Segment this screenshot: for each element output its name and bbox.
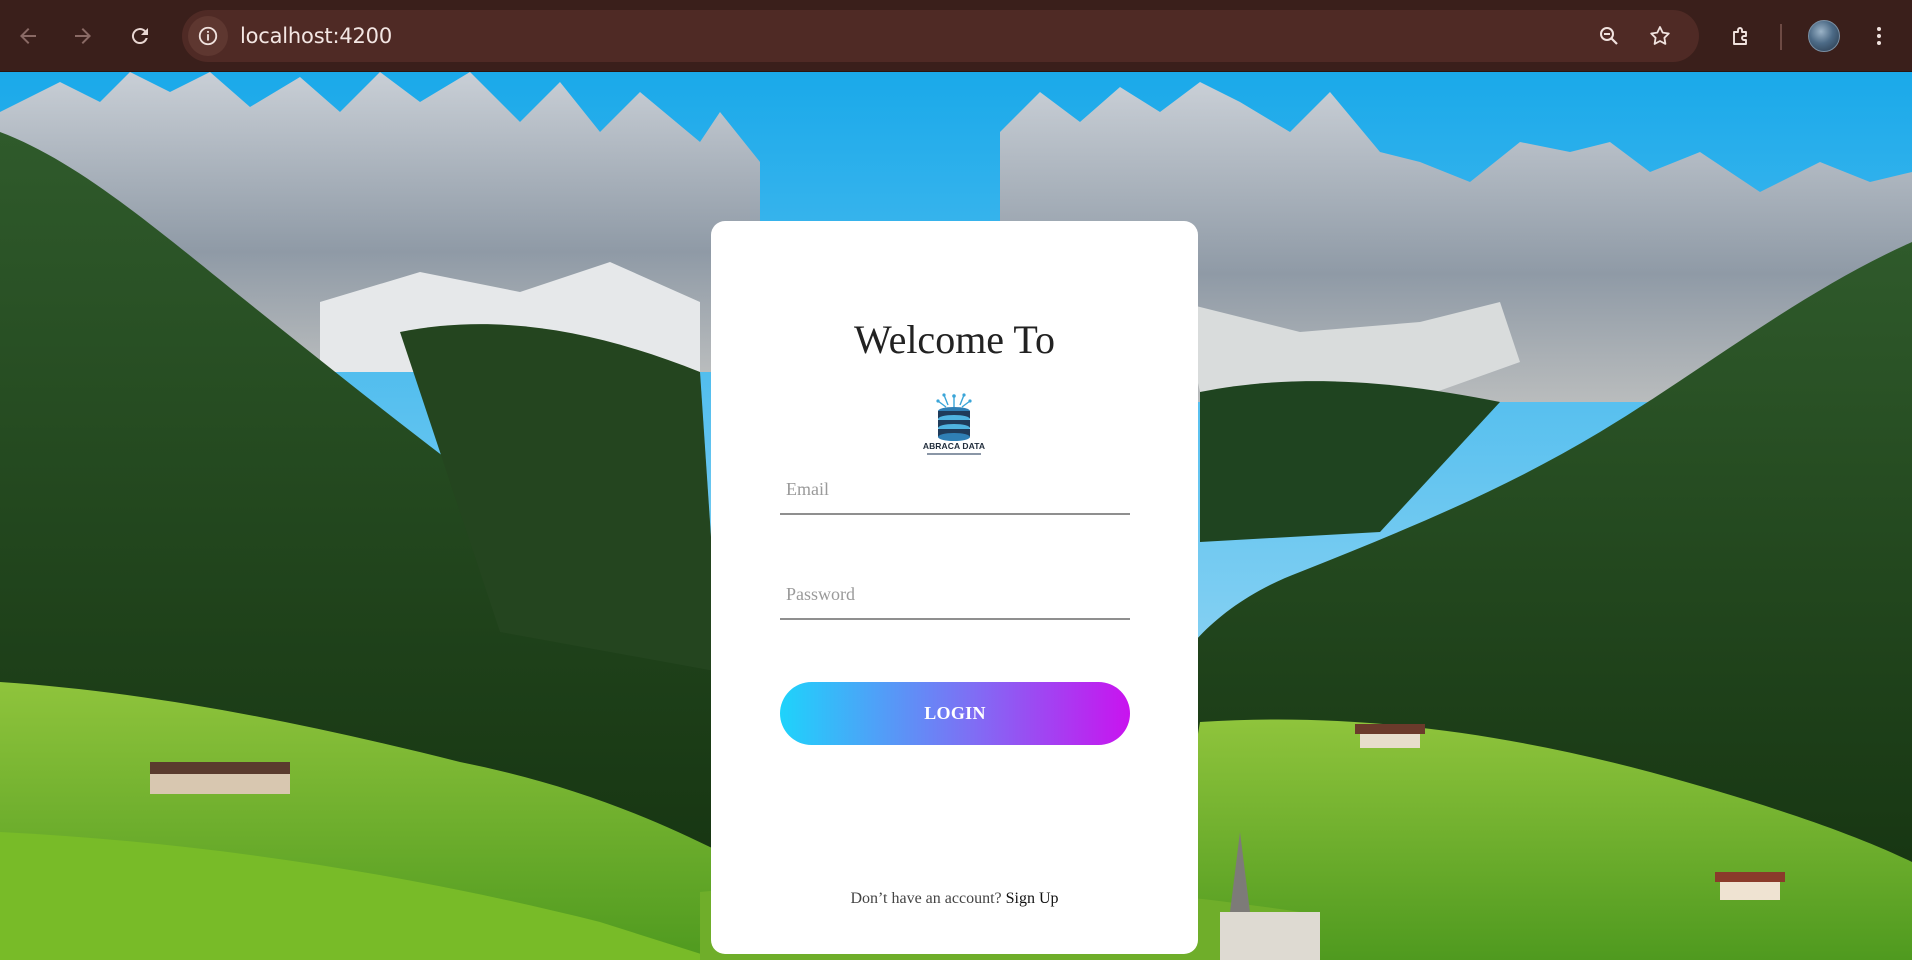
login-button[interactable]: LOGIN: [780, 682, 1130, 745]
email-field: [780, 465, 1130, 515]
puzzle-icon: [1733, 27, 1747, 45]
logo-text: ABRACA DATA: [922, 441, 986, 451]
zoom-icon: [1600, 27, 1618, 45]
welcome-heading: Welcome To: [854, 317, 1055, 362]
logo-tagline: [927, 453, 981, 455]
browser-toolbar: localhost:4200: [0, 0, 1912, 72]
kebab-menu-icon: [1877, 27, 1881, 45]
bookmark-button[interactable]: [1642, 18, 1678, 54]
login-card: Welcome To ABRACA DATA LOGIN: [711, 221, 1198, 954]
toolbar-divider: [1780, 24, 1782, 50]
zoom-button[interactable]: [1591, 18, 1627, 54]
back-button[interactable]: [8, 16, 48, 56]
site-info-button[interactable]: [188, 16, 228, 56]
back-arrow-icon: [20, 28, 36, 44]
menu-button[interactable]: [1859, 16, 1899, 56]
database-logo-icon: [936, 393, 972, 441]
info-icon: [198, 26, 218, 46]
abraca-data-logo: ABRACA DATA: [918, 393, 990, 463]
forward-arrow-icon: [75, 28, 91, 44]
extensions-button[interactable]: [1721, 16, 1761, 56]
signup-link[interactable]: Sign Up: [1006, 890, 1059, 907]
address-bar[interactable]: localhost:4200: [182, 10, 1699, 62]
no-account-text: Don’t have an account?: [850, 890, 1002, 907]
reload-icon: [131, 28, 148, 45]
star-icon: [1650, 26, 1670, 45]
password-field: [780, 570, 1130, 620]
reload-button[interactable]: [120, 16, 160, 56]
url-text[interactable]: localhost:4200: [240, 24, 392, 48]
email-input[interactable]: [780, 465, 1130, 513]
password-input[interactable]: [780, 570, 1130, 618]
signup-prompt: Don’t have an account? Sign Up: [711, 890, 1198, 908]
page-background: Welcome To ABRACA DATA LOGIN: [0, 72, 1912, 960]
forward-button[interactable]: [63, 16, 103, 56]
avatar[interactable]: [1808, 20, 1840, 52]
